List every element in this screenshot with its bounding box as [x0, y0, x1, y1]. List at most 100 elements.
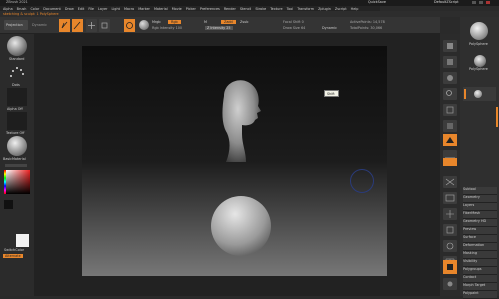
- menu-item[interactable]: Document: [43, 7, 61, 11]
- material-thumbnail[interactable]: [7, 136, 27, 156]
- right-panel-scroll[interactable]: [496, 107, 498, 127]
- zoom-button[interactable]: [443, 88, 457, 100]
- menu-item[interactable]: File: [88, 7, 94, 11]
- menu-item[interactable]: Zplugin: [318, 7, 331, 11]
- menu-item[interactable]: Stroke: [255, 7, 266, 11]
- subtool-list-item[interactable]: Polygroups: [463, 267, 497, 275]
- subtool-list-item[interactable]: FiberMesh: [463, 211, 497, 219]
- menu-item[interactable]: Color: [30, 7, 39, 11]
- color-hue-strip[interactable]: [4, 170, 6, 194]
- subtool-list-item[interactable]: Subtool: [463, 187, 497, 195]
- menu-item[interactable]: Material: [154, 7, 168, 11]
- script-label[interactable]: DefaultZScript: [434, 0, 459, 4]
- menu-item[interactable]: Preferences: [200, 7, 220, 11]
- m-toggle[interactable]: M: [204, 20, 207, 24]
- menu-item[interactable]: Stencil: [240, 7, 251, 11]
- subtool-list-item[interactable]: Layers: [463, 203, 497, 211]
- subtool-slot[interactable]: [463, 87, 496, 101]
- zsub-toggle[interactable]: Zsub: [240, 20, 248, 24]
- subtool-list-item[interactable]: Preview: [463, 227, 497, 235]
- maximize-icon[interactable]: [479, 1, 483, 4]
- xyz-button[interactable]: [443, 176, 457, 188]
- subtool-list-item[interactable]: Polypaint: [463, 291, 497, 299]
- gradient-toggle[interactable]: [5, 164, 27, 167]
- rgb-intensity-slider[interactable]: Rgb Intensity 100: [152, 26, 182, 30]
- sphere-mode-icon[interactable]: [139, 20, 149, 30]
- tool-panel: PolySphere PolySphere Subtool Geometry L…: [460, 17, 499, 299]
- frame-button[interactable]: [443, 192, 457, 204]
- menu-item[interactable]: Brush: [17, 7, 27, 11]
- brush-thumbnail[interactable]: [7, 36, 27, 56]
- stroke-thumbnail[interactable]: [7, 62, 27, 82]
- draw-button[interactable]: [72, 19, 83, 32]
- rotate-button[interactable]: [124, 19, 135, 32]
- menu-item[interactable]: Texture: [270, 7, 282, 11]
- move-button[interactable]: [86, 19, 97, 32]
- tool-thumbnail[interactable]: [470, 22, 488, 40]
- lsym-button[interactable]: [443, 158, 457, 166]
- menu-item[interactable]: Draw: [65, 7, 74, 11]
- rotate-view-icon: [446, 242, 454, 250]
- window-controls[interactable]: [472, 1, 496, 5]
- menu-item[interactable]: Edit: [78, 7, 85, 11]
- subtool-list-item[interactable]: Contact: [463, 275, 497, 283]
- dynamic-toggle[interactable]: Dynamic: [322, 26, 337, 30]
- subtool-list-item[interactable]: Visibility: [463, 259, 497, 267]
- menu-item[interactable]: Marker: [138, 7, 150, 11]
- material-label: BasicMaterial: [3, 157, 26, 161]
- subtool-visibility-toggle[interactable]: [464, 89, 466, 99]
- menu-item[interactable]: Transform: [297, 7, 314, 11]
- projection-button[interactable]: Projection: [4, 20, 28, 30]
- menu-item[interactable]: Layer: [98, 7, 107, 11]
- rgb-toggle[interactable]: Rgb: [168, 20, 181, 24]
- quicksave-button[interactable]: QuickSave: [368, 0, 386, 4]
- active-points: ActivePoints: 14,578: [350, 20, 385, 24]
- subtool-list-item[interactable]: Geometry HD: [463, 219, 497, 227]
- scroll-icon: [447, 75, 453, 81]
- menu-item[interactable]: Help: [351, 7, 359, 11]
- transp-button[interactable]: [443, 260, 457, 274]
- rotate-view-button[interactable]: [443, 240, 457, 252]
- close-icon[interactable]: [486, 1, 490, 4]
- zadd-toggle[interactable]: Zadd: [221, 20, 236, 24]
- alternate-button[interactable]: Alternate: [3, 254, 23, 258]
- subtool-list-item[interactable]: Masking: [463, 251, 497, 259]
- color-picker[interactable]: [6, 170, 30, 194]
- subtool-list-item[interactable]: Morph Target: [463, 283, 497, 291]
- actual-button[interactable]: [443, 104, 457, 116]
- minimize-icon[interactable]: [472, 1, 476, 4]
- spix-button[interactable]: [443, 56, 457, 68]
- aahalf-button[interactable]: [443, 120, 457, 132]
- menu-item[interactable]: Alpha: [3, 7, 13, 11]
- draw-size-slider[interactable]: Draw Size 64: [283, 26, 305, 30]
- switch-color-button[interactable]: SwitchColor: [4, 248, 24, 252]
- menu-item[interactable]: Tool: [287, 7, 294, 11]
- subtool-list-item[interactable]: Deformation: [463, 243, 497, 251]
- mrgb-toggle[interactable]: Mrgb: [152, 20, 161, 24]
- menu-item[interactable]: Macro: [124, 7, 134, 11]
- scroll-button[interactable]: [443, 72, 457, 84]
- scale-button[interactable]: [99, 19, 110, 32]
- menu-item[interactable]: Light: [111, 7, 119, 11]
- ghost-button[interactable]: [443, 278, 457, 290]
- menu-item[interactable]: Picker: [186, 7, 196, 11]
- alpha-thumbnail[interactable]: [7, 88, 27, 106]
- subtool-thumbnail[interactable]: [474, 55, 486, 67]
- bpr-button[interactable]: [443, 40, 457, 52]
- scale-view-button[interactable]: [443, 224, 457, 236]
- z-intensity-slider[interactable]: Z Intensity 25: [205, 26, 233, 30]
- menu-item[interactable]: Movie: [172, 7, 182, 11]
- texture-thumbnail[interactable]: [7, 112, 27, 130]
- focal-shift-slider[interactable]: Focal Shift 0: [283, 20, 304, 24]
- menu-item[interactable]: Zscript: [335, 7, 347, 11]
- viewport-canvas[interactable]: Shift: [82, 46, 387, 276]
- subtool-list-item[interactable]: Geometry: [463, 195, 497, 203]
- move-view-button[interactable]: [443, 208, 457, 220]
- secondary-color-swatch[interactable]: [4, 200, 13, 209]
- subtool-list-item[interactable]: Surface: [463, 235, 497, 243]
- menu-item[interactable]: Render: [224, 7, 236, 11]
- persp-button[interactable]: [443, 134, 457, 146]
- edit-button[interactable]: [59, 19, 70, 32]
- main-color-swatch[interactable]: [16, 234, 29, 247]
- brush-label: Standard: [9, 57, 25, 61]
